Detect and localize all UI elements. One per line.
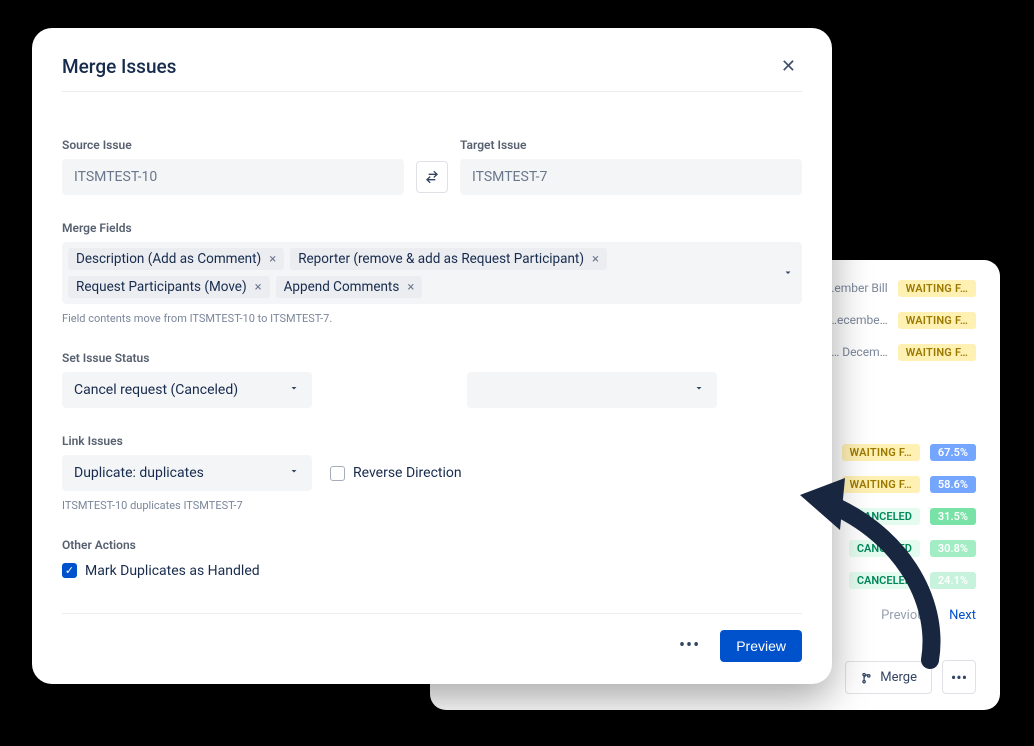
chip: Reporter (remove & add as Request Partic… bbox=[290, 248, 607, 270]
chip: Request Participants (Move) × bbox=[68, 276, 270, 298]
chevron-down-icon bbox=[693, 382, 705, 398]
chip-remove-icon[interactable]: × bbox=[265, 252, 280, 267]
link-issues-label: Link Issues bbox=[62, 434, 802, 448]
chip: Append Comments× bbox=[276, 276, 423, 298]
chip: Description (Add as Comment) × bbox=[68, 248, 284, 270]
reverse-direction-checkbox[interactable]: Reverse Direction bbox=[330, 465, 462, 481]
source-issue-value: ITSMTEST-10 bbox=[74, 169, 157, 185]
set-status-label: Set Issue Status bbox=[62, 351, 802, 365]
annotation-arrow bbox=[790, 460, 950, 684]
status-select-source[interactable]: Cancel request (Canceled) bbox=[62, 372, 312, 408]
row-text: …ember Bill bbox=[826, 281, 887, 295]
status-badge: WAITING F… bbox=[898, 280, 976, 297]
more-actions-button[interactable]: ••• bbox=[673, 631, 706, 660]
checkbox-checked-icon bbox=[62, 563, 77, 578]
status-badge: WAITING F… bbox=[898, 312, 976, 329]
preview-button-label: Preview bbox=[736, 638, 786, 654]
merge-issues-modal: Merge Issues ✕ Source Issue Target Issue… bbox=[32, 28, 832, 684]
merge-fields-select[interactable]: Description (Add as Comment) × Reporter (… bbox=[62, 242, 802, 304]
chip-label: Reporter (remove & add as Request Partic… bbox=[298, 251, 584, 267]
chip-remove-icon[interactable]: × bbox=[403, 280, 418, 295]
chip-label: Append Comments bbox=[284, 279, 400, 295]
next-link[interactable]: Next bbox=[949, 608, 976, 623]
reverse-direction-label: Reverse Direction bbox=[353, 465, 462, 481]
source-issue-field[interactable]: ITSMTEST-10 bbox=[62, 159, 404, 195]
source-issue-label: Source Issue bbox=[62, 138, 404, 152]
target-issue-field[interactable]: ITSMTEST-7 bbox=[460, 159, 802, 195]
row-text: … Decem… bbox=[831, 345, 887, 359]
swap-icon bbox=[424, 169, 440, 185]
checkbox-icon bbox=[330, 466, 345, 481]
link-value: Duplicate: duplicates bbox=[74, 465, 204, 481]
other-actions-label: Other Actions bbox=[62, 538, 802, 552]
target-issue-value: ITSMTEST-7 bbox=[472, 169, 547, 185]
link-helper: ITSMTEST-10 duplicates ITSMTEST-7 bbox=[62, 499, 802, 512]
pct-badge: 67.5% bbox=[930, 444, 976, 461]
status-badge: WAITING F… bbox=[842, 444, 920, 461]
chevron-down-icon bbox=[288, 465, 300, 481]
status-select-target[interactable]: . bbox=[467, 372, 717, 408]
chip-remove-icon[interactable]: × bbox=[251, 280, 266, 295]
mark-duplicates-checkbox[interactable]: Mark Duplicates as Handled bbox=[62, 563, 260, 579]
modal-title: Merge Issues bbox=[62, 55, 176, 78]
merge-fields-helper: Field contents move from ITSMTEST-10 to … bbox=[62, 312, 802, 325]
merge-fields-label: Merge Fields bbox=[62, 221, 802, 235]
mark-duplicates-label: Mark Duplicates as Handled bbox=[85, 563, 260, 579]
chevron-down-icon[interactable] bbox=[782, 264, 794, 283]
link-type-select[interactable]: Duplicate: duplicates bbox=[62, 455, 312, 491]
status-value: Cancel request (Canceled) bbox=[74, 382, 238, 398]
close-icon[interactable]: ✕ bbox=[775, 54, 802, 79]
chip-remove-icon[interactable]: × bbox=[588, 252, 603, 267]
chevron-down-icon bbox=[288, 382, 300, 398]
row-text: …ecembe… bbox=[829, 313, 888, 327]
status-badge: WAITING F… bbox=[898, 344, 976, 361]
chip-label: Description (Add as Comment) bbox=[76, 251, 261, 267]
target-issue-label: Target Issue bbox=[460, 138, 802, 152]
swap-button[interactable] bbox=[416, 161, 448, 193]
chip-label: Request Participants (Move) bbox=[76, 279, 247, 295]
